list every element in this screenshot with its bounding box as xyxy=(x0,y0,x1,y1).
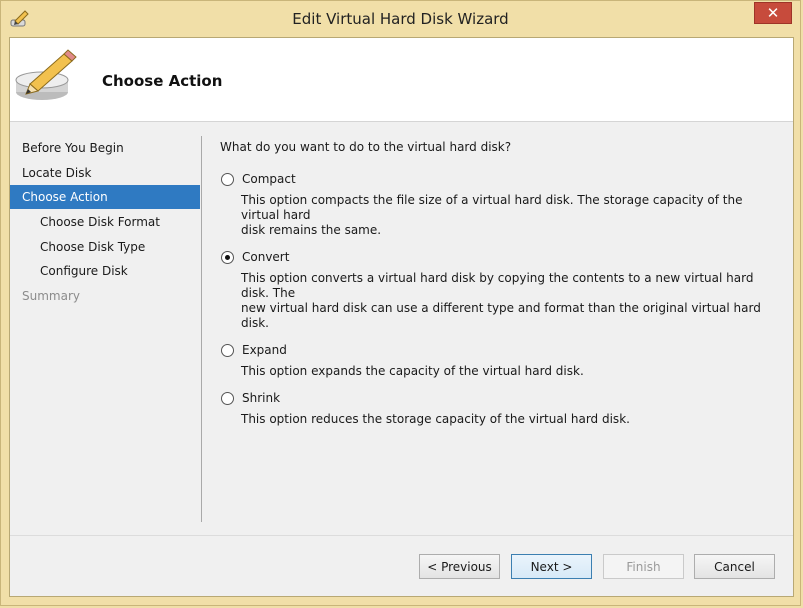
wizard-client-area: Choose Action Before You Begin Locate Di… xyxy=(9,37,794,597)
compact-description-line: This option compacts the file size of a … xyxy=(241,193,743,222)
compact-description-line: disk remains the same. xyxy=(241,223,382,237)
expand-description: This option expands the capacity of the … xyxy=(241,364,780,379)
cancel-button[interactable]: Cancel xyxy=(694,554,775,579)
nav-divider xyxy=(201,136,202,522)
compact-label[interactable]: Compact xyxy=(242,172,296,186)
page-title: Choose Action xyxy=(102,72,223,90)
convert-label[interactable]: Convert xyxy=(242,250,289,264)
option-compact: Compact This option compacts the file si… xyxy=(220,170,780,238)
nav-item-locate-disk[interactable]: Locate Disk xyxy=(10,161,200,185)
compact-radio[interactable] xyxy=(221,172,234,186)
convert-radio[interactable] xyxy=(221,250,234,264)
expand-description-line: This option expands the capacity of the … xyxy=(241,364,584,378)
option-convert: Convert This option converts a virtual h… xyxy=(220,248,780,331)
previous-button[interactable]: < Previous xyxy=(419,554,500,579)
wizard-window: Edit Virtual Hard Disk Wizard ✕ Choose A… xyxy=(0,0,801,606)
title-bar: Edit Virtual Hard Disk Wizard ✕ xyxy=(1,1,800,37)
compact-description: This option compacts the file size of a … xyxy=(241,193,780,238)
next-button[interactable]: Next > xyxy=(511,554,592,579)
nav-item-choose-disk-type[interactable]: Choose Disk Type xyxy=(10,235,200,259)
finish-button: Finish xyxy=(603,554,684,579)
expand-label[interactable]: Expand xyxy=(242,343,287,357)
window-title: Edit Virtual Hard Disk Wizard xyxy=(292,10,509,28)
option-shrink: Shrink This option reduces the storage c… xyxy=(220,389,780,427)
shrink-radio[interactable] xyxy=(221,391,234,405)
nav-item-choose-action[interactable]: Choose Action xyxy=(10,185,200,210)
wizard-header: Choose Action xyxy=(10,38,793,122)
close-button[interactable]: ✕ xyxy=(754,2,792,24)
nav-item-choose-disk-format[interactable]: Choose Disk Format xyxy=(10,210,200,234)
nav-item-configure-disk[interactable]: Configure Disk xyxy=(10,259,200,283)
footer-divider xyxy=(10,535,793,536)
convert-description: This option converts a virtual hard disk… xyxy=(241,271,780,331)
option-expand: Expand This option expands the capacity … xyxy=(220,341,780,379)
nav-item-summary: Summary xyxy=(22,289,80,304)
shrink-label[interactable]: Shrink xyxy=(242,391,280,405)
nav-item-before-you-begin[interactable]: Before You Begin xyxy=(10,136,200,160)
expand-radio[interactable] xyxy=(221,343,234,357)
wizard-steps-nav: Before You Begin Locate Disk Choose Acti… xyxy=(10,136,200,309)
close-icon: ✕ xyxy=(766,4,780,22)
pencil-disk-icon xyxy=(15,49,77,100)
shrink-description-line: This option reduces the storage capacity… xyxy=(241,412,630,426)
question-text: What do you want to do to the virtual ha… xyxy=(220,140,512,154)
convert-description-line: This option converts a virtual hard disk… xyxy=(241,271,754,300)
convert-description-line: new virtual hard disk can use a differen… xyxy=(241,301,761,330)
action-options: What do you want to do to the virtual ha… xyxy=(220,140,780,437)
shrink-description: This option reduces the storage capacity… xyxy=(241,412,780,427)
